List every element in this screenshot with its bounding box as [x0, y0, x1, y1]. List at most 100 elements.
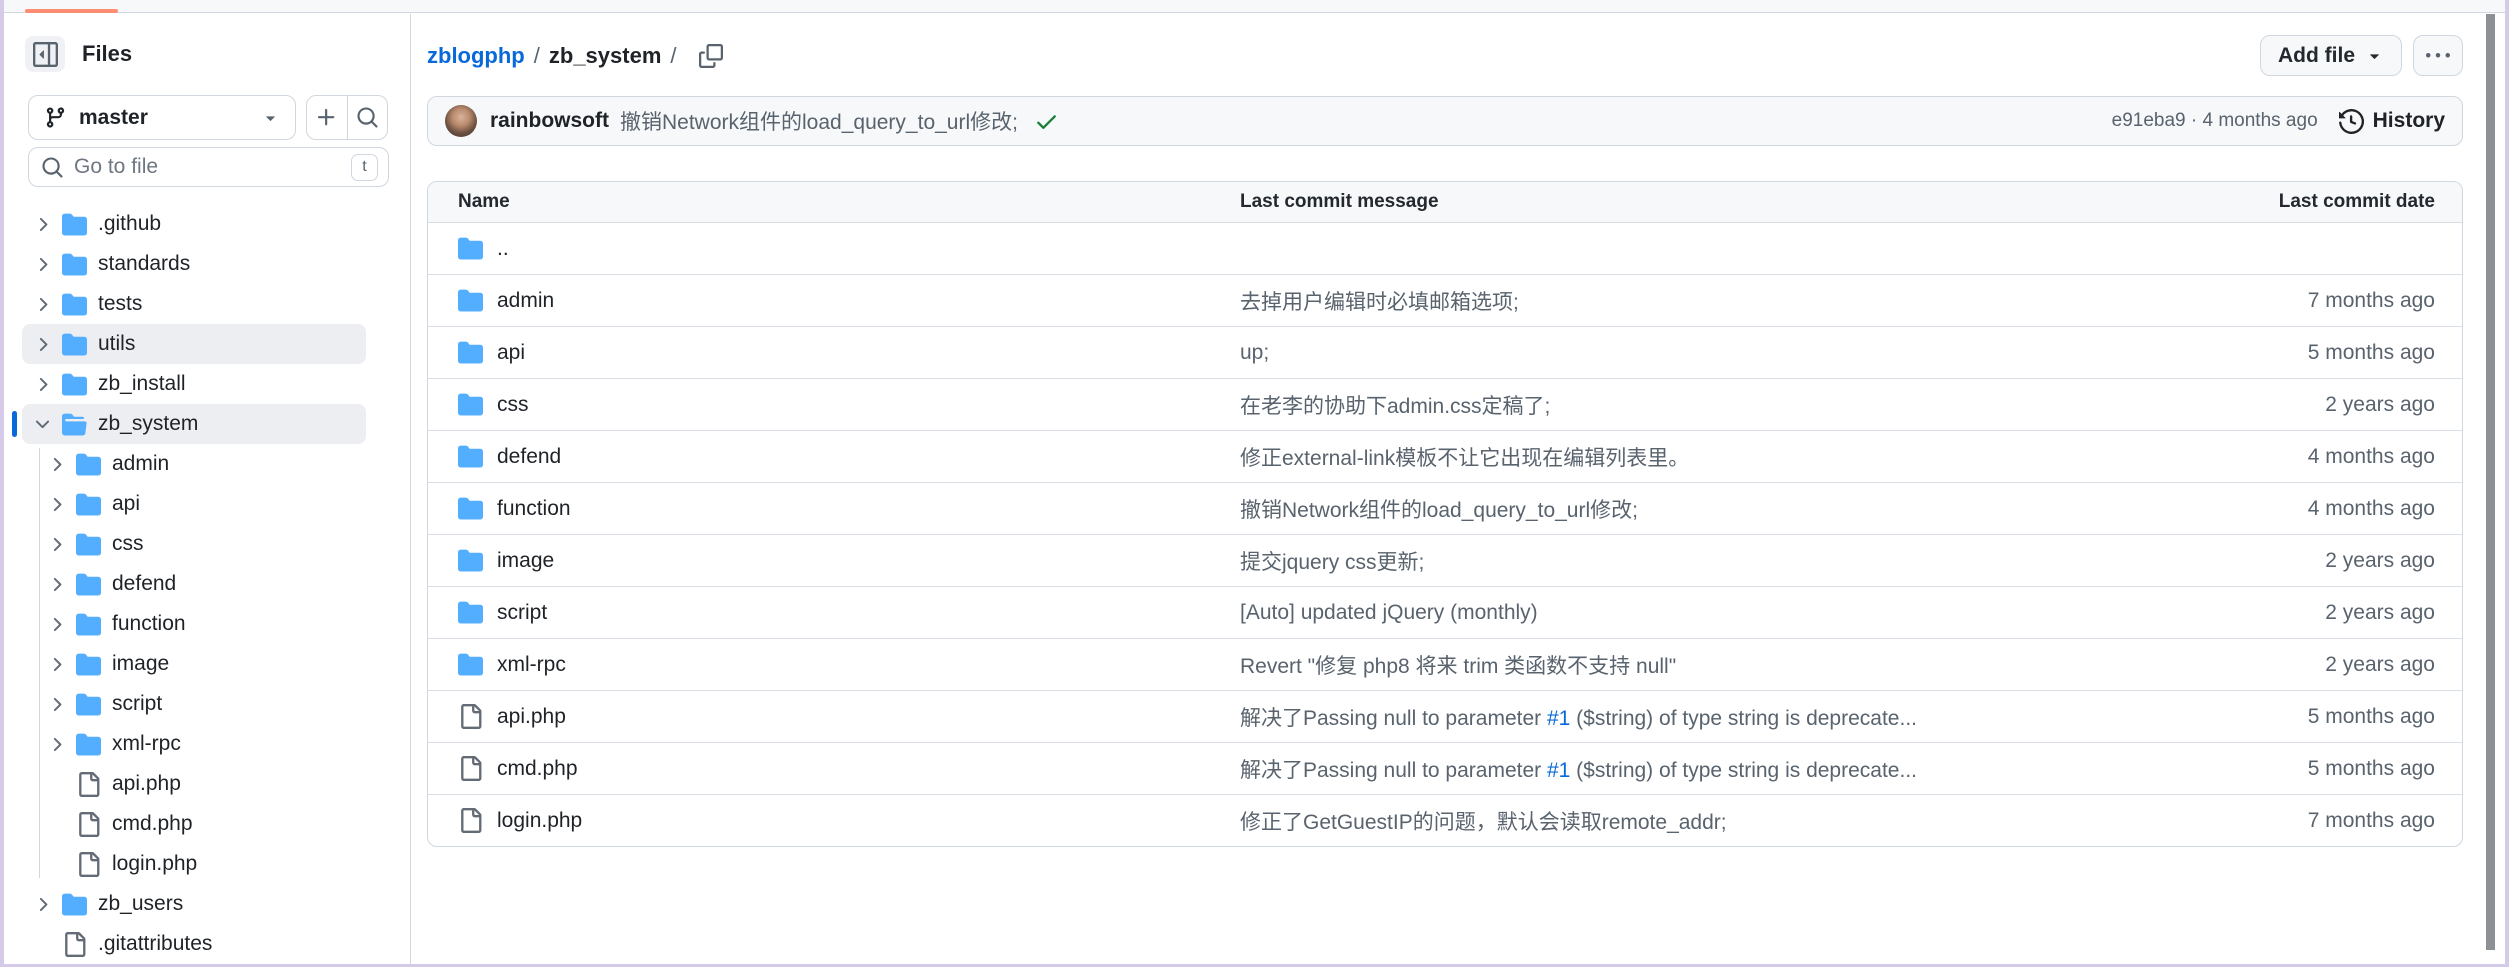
commit-author[interactable]: rainbowsoft	[490, 109, 609, 133]
commit-date-cell: 2 years ago	[2325, 392, 2435, 416]
name-cell: admin	[428, 288, 1240, 313]
commit-message-cell[interactable]: 修正了GetGuestIP的问题，默认会读取remote_addr;	[1240, 806, 2182, 836]
table-row-image: image 提交jquery css更新; 2 years ago	[428, 534, 2462, 586]
chevron-right-icon[interactable]	[30, 254, 55, 275]
table-row-api: api up; 5 months ago	[428, 326, 2462, 378]
tree-item-defend[interactable]: defend	[22, 564, 366, 604]
collapse-sidebar-button[interactable]	[25, 36, 65, 72]
entry-link[interactable]: script	[497, 601, 547, 625]
chevron-right-icon[interactable]	[44, 494, 69, 515]
commit-message-cell[interactable]: [Auto] updated jQuery (monthly)	[1240, 601, 2182, 625]
breadcrumb-repo-link[interactable]: zblogphp	[427, 43, 525, 69]
commit-message-cell[interactable]: 去掉用户编辑时必填邮箱选项;	[1240, 286, 2182, 316]
chevron-right-icon[interactable]	[44, 694, 69, 715]
commit-message-cell[interactable]: 在老李的协助下admin.css定稿了;	[1240, 390, 2182, 420]
add-file-tree-button[interactable]	[307, 96, 348, 139]
tree-item-zb_system[interactable]: zb_system	[12, 404, 366, 444]
tree-item-script[interactable]: script	[22, 684, 366, 724]
chevron-right-icon[interactable]	[30, 374, 55, 395]
table-row-xml-rpc: xml-rpc Revert "修复 php8 将来 trim 类函数不支持 nu…	[428, 638, 2462, 690]
history-button[interactable]: History	[2338, 108, 2445, 134]
chevron-right-icon[interactable]	[44, 534, 69, 555]
tree-item-standards[interactable]: standards	[22, 244, 366, 284]
folder-icon	[458, 600, 483, 625]
chevron-right-icon[interactable]	[30, 334, 55, 355]
commit-message-cell[interactable]: 提交jquery css更新;	[1240, 546, 2182, 576]
chevron-right-icon[interactable]	[44, 454, 69, 475]
entry-link[interactable]: xml-rpc	[497, 653, 566, 677]
commit-date-cell: 2 years ago	[2325, 600, 2435, 624]
commit-date-cell: 7 months ago	[2307, 808, 2435, 832]
commit-message-cell[interactable]: up;	[1240, 341, 2182, 365]
entry-link[interactable]: image	[497, 549, 554, 573]
entry-link[interactable]: api	[497, 341, 525, 365]
commit-message-cell[interactable]: 修正external-link模板不让它出现在编辑列表里。	[1240, 442, 2182, 472]
commit-sha-and-time[interactable]: e91eba9 · 4 months ago	[2112, 110, 2318, 132]
search-icon	[41, 156, 64, 179]
chevron-right-icon[interactable]	[30, 294, 55, 315]
checks-passed-icon[interactable]	[1034, 109, 1059, 134]
tree-item-utils[interactable]: utils	[22, 324, 366, 364]
folder-icon	[458, 548, 483, 573]
tree-item-cmd.php[interactable]: cmd.php	[22, 804, 366, 844]
entry-link[interactable]: ..	[497, 237, 509, 261]
copy-path-button[interactable]	[695, 40, 727, 72]
entry-link[interactable]: function	[497, 497, 571, 521]
entry-link[interactable]: css	[497, 393, 529, 417]
name-cell: xml-rpc	[428, 652, 1240, 677]
tree-item-login.php[interactable]: login.php	[22, 844, 366, 884]
commit-message-cell[interactable]: Revert "修复 php8 将来 trim 类函数不支持 null"	[1240, 650, 2182, 680]
entry-link[interactable]: defend	[497, 445, 561, 469]
chevron-right-icon[interactable]	[44, 734, 69, 755]
tree-item-api[interactable]: api	[22, 484, 366, 524]
more-options-button[interactable]	[2413, 35, 2463, 76]
chevron-right-icon[interactable]	[30, 214, 55, 235]
entry-link[interactable]: admin	[497, 289, 554, 313]
folder-icon	[62, 212, 87, 237]
tree-item-xml-rpc[interactable]: xml-rpc	[22, 724, 366, 764]
folder-icon	[76, 692, 101, 717]
tree-item-tests[interactable]: tests	[22, 284, 366, 324]
search-tree-button[interactable]	[348, 96, 388, 139]
tree-item-.gitattributes[interactable]: .gitattributes	[22, 924, 366, 964]
issue-link[interactable]: #1	[1547, 759, 1570, 782]
search-icon	[356, 106, 379, 129]
tree-item-function[interactable]: function	[22, 604, 366, 644]
folder-icon	[458, 652, 483, 677]
table-row-cmd.php: cmd.php 解决了Passing null to parameter #1 (…	[428, 742, 2462, 794]
tree-item-css[interactable]: css	[22, 524, 366, 564]
caret-down-icon	[261, 108, 280, 127]
author-avatar[interactable]	[445, 105, 477, 137]
chevron-down-icon[interactable]	[30, 414, 55, 435]
message-text: ($string) of type string is deprecate...	[1570, 706, 1917, 730]
branch-selector[interactable]: master	[28, 95, 296, 140]
chevron-right-icon[interactable]	[30, 894, 55, 915]
add-file-button[interactable]: Add file	[2260, 35, 2402, 76]
breadcrumb-separator: /	[533, 42, 540, 68]
tree-item-zb_users[interactable]: zb_users	[22, 884, 366, 924]
tree-item-label: function	[112, 612, 186, 635]
name-cell: api	[428, 340, 1240, 365]
tree-item-admin[interactable]: admin	[22, 444, 366, 484]
chevron-right-icon[interactable]	[44, 574, 69, 595]
tree-item-api.php[interactable]: api.php	[22, 764, 366, 804]
chevron-right-icon[interactable]	[44, 614, 69, 635]
commit-message[interactable]: 撤销Network组件的load_query_to_url修改;	[620, 106, 1018, 136]
commit-date-cell: 4 months ago	[2307, 496, 2435, 520]
entry-link[interactable]: login.php	[497, 809, 582, 833]
entry-link[interactable]: cmd.php	[497, 757, 578, 781]
entry-link[interactable]: api.php	[497, 705, 566, 729]
tree-item-image[interactable]: image	[22, 644, 366, 684]
scrollbar-thumb[interactable]	[2486, 14, 2495, 950]
tree-item-zb_install[interactable]: zb_install	[22, 364, 366, 404]
commit-message-cell[interactable]: 撤销Network组件的load_query_to_url修改;	[1240, 494, 2182, 524]
vertical-scrollbar[interactable]	[2486, 14, 2495, 961]
commit-message-cell[interactable]: 解决了Passing null to parameter #1 ($string…	[1240, 754, 2182, 784]
tree-item-label: cmd.php	[112, 812, 193, 835]
tree-item-.github[interactable]: .github	[22, 204, 366, 244]
issue-link[interactable]: #1	[1547, 707, 1570, 730]
go-to-file-input[interactable]: Go to file t	[28, 147, 389, 187]
chevron-right-icon[interactable]	[44, 654, 69, 675]
folder-icon	[458, 444, 483, 469]
commit-message-cell[interactable]: 解决了Passing null to parameter #1 ($string…	[1240, 702, 2182, 732]
